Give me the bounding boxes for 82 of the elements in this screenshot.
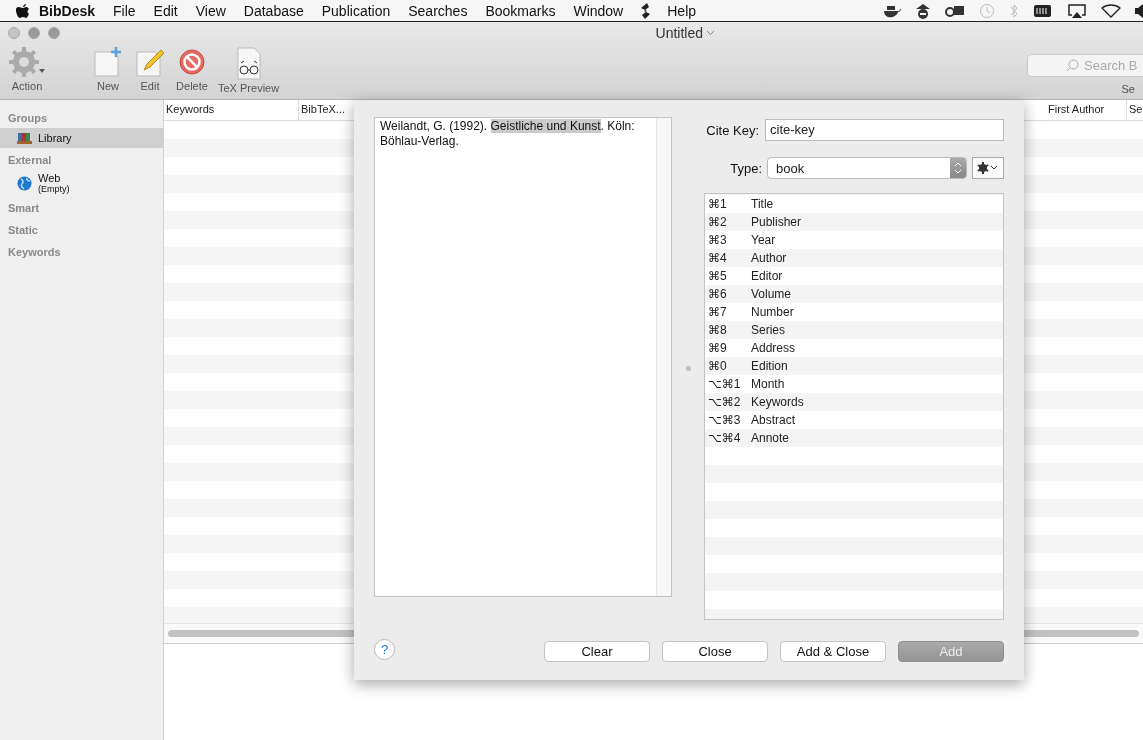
chevrons-icon [954,162,962,174]
dialog-button[interactable]: Clear [544,641,650,662]
scrollbar-track[interactable] [656,118,671,596]
shortcut-text: ⌥⌘1 [707,377,742,391]
field-name[interactable]: Annote [751,431,790,445]
field-name[interactable]: Author [751,251,787,265]
menu-item[interactable]: View [186,2,235,19]
gear-menu-button[interactable] [972,157,1004,179]
cite-key-field[interactable]: cite-key [765,119,1004,141]
globe-icon [17,175,32,191]
battery-icon[interactable] [1033,3,1053,18]
column-header[interactable]: First Author [1046,100,1127,120]
books-icon [17,132,32,144]
field-name[interactable]: Year [751,233,776,247]
split-handle[interactable] [685,366,691,371]
toolbar-button[interactable]: TeX Preview [216,46,282,94]
shortcut-text: ⌥⌘2 [707,395,742,409]
apple-icon[interactable] [16,2,30,19]
toolbar-button[interactable]: Delete [174,46,210,92]
sidebar-heading: Keywords [7,245,62,260]
dialog-button[interactable]: Close [662,641,768,662]
toolbar-button[interactable]: New [90,46,126,92]
airplay-icon[interactable] [1067,2,1087,19]
field-name[interactable]: Keywords [751,395,804,409]
no-entry-icon [176,46,208,78]
help-button[interactable]: ? [374,639,395,660]
field-name[interactable]: Month [751,377,785,391]
field-name[interactable]: Edition [751,359,788,373]
citation-text: Weilandt, G. (1992). Geistliche und Kunst. Köln: Böhlau-Verlag. [379,118,636,150]
shortcut-text: ⌘0 [707,359,728,373]
app-menu[interactable]: BibDesk [30,2,105,19]
sidebar-heading: Smart [7,201,41,216]
menu-item[interactable]: Bookmarks [476,2,565,19]
column-header[interactable]: Keywords [164,100,299,120]
shortcut-text: ⌘5 [707,269,728,283]
field-name[interactable]: Number [751,305,794,319]
shortcut-text: ⌥⌘4 [707,431,742,445]
field-name[interactable]: Title [751,197,774,211]
toolbar-button[interactable]: Edit [132,46,168,92]
speaker-icon[interactable] [1135,3,1143,18]
shortcut-text: ⌘1 [707,197,728,211]
menu-item[interactable]: File [104,2,145,19]
gear-icon [976,162,1000,174]
field-name[interactable]: Series [751,323,785,337]
field-name[interactable]: Publisher [751,215,802,229]
new-document-icon [92,46,124,78]
gear-icon [8,46,46,78]
sidebar-heading: External [7,153,53,168]
toolbar-button[interactable]: Action [6,46,48,92]
field-name[interactable]: Volume [751,287,792,301]
search-icon [1066,59,1079,72]
menu-item[interactable]: Publication [312,2,400,19]
window-title[interactable]: Untitled [655,25,715,41]
toggle-icon[interactable] [945,3,965,18]
dialog-button[interactable]: Add & Close [780,641,886,662]
sidebar-heading: Static [7,223,39,238]
field-name[interactable]: Abstract [751,413,795,427]
shortcut-text: ⌘6 [707,287,728,301]
shortcut-text: ⌘7 [707,305,728,319]
menu-item[interactable]: Database [234,2,313,19]
menu-item[interactable]: Window [564,2,633,19]
field-name[interactable]: Editor [751,269,783,283]
column-header[interactable]: Se [1127,100,1143,120]
shortcut-text: ⌘2 [707,215,728,229]
menu-item[interactable]: Searches [399,2,477,19]
shortcut-text: ⌘4 [707,251,728,265]
wifi-icon[interactable] [1101,3,1121,18]
shortcut-text: ⌘9 [707,341,728,355]
menu-item[interactable]: Help [658,2,706,19]
field-label: Cite Key: [706,122,759,138]
shortcut-text: ⌘3 [707,233,728,247]
sidebar-item[interactable]: Library [0,128,163,148]
type-select[interactable]: book [767,157,967,179]
sidebar-item[interactable]: Web (Empty) [0,170,163,196]
field-name[interactable]: Address [751,341,796,355]
shortcut-text: ⌥⌘3 [707,413,742,427]
menu-item[interactable]: Edit [144,2,187,19]
shortcut-text: ⌘8 [707,323,728,337]
sidebar-heading: Groups [7,111,49,126]
field-label: Type: [730,160,762,176]
chevron-icon [706,30,715,36]
search-label: Se [1121,83,1135,95]
